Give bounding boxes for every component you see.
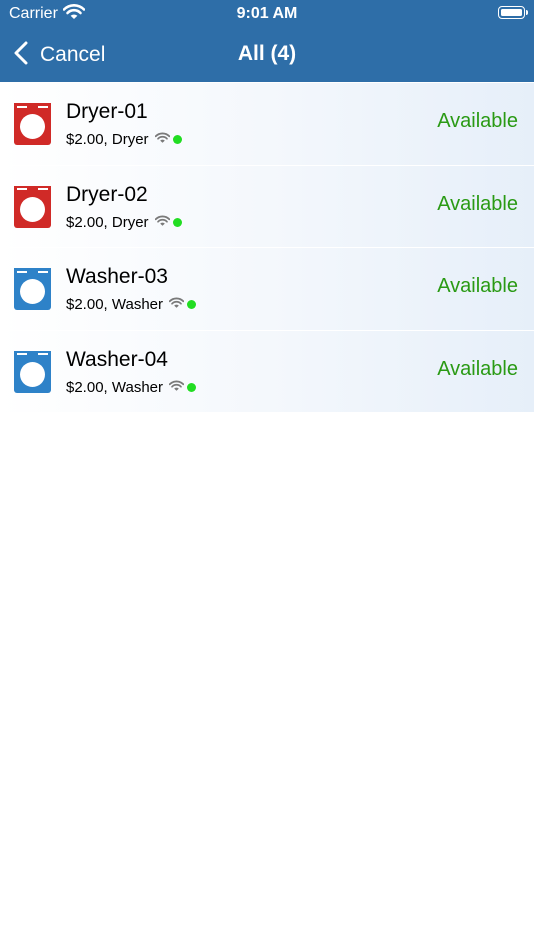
device-subtitle: $2.00, Dryer <box>66 213 149 231</box>
device-subtitle: $2.00, Dryer <box>66 131 149 148</box>
status-bar: Carrier 9:01 AM <box>0 0 534 28</box>
device-row[interactable]: Washer-04 $2.00, Washer Available <box>0 330 534 413</box>
online-status-dot <box>187 382 196 392</box>
availability-status: Available <box>437 275 518 297</box>
wifi-icon <box>154 214 170 231</box>
online-status-dot <box>172 217 182 227</box>
online-status-dot <box>187 300 196 309</box>
battery-icon <box>498 6 528 19</box>
device-name: Washer-04 <box>66 347 168 371</box>
device-row[interactable]: Dryer-02 $2.00, Dryer Available <box>0 165 534 248</box>
washer-icon <box>14 268 51 310</box>
device-name: Dryer-02 <box>66 182 148 206</box>
wifi-icon <box>154 131 170 148</box>
dryer-icon <box>14 103 51 145</box>
clock-time: 9:01 AM <box>236 5 298 22</box>
availability-status: Available <box>437 357 518 380</box>
device-subtitle-group: $2.00, Dryer <box>66 214 182 231</box>
device-name: Dryer-01 <box>66 100 148 123</box>
online-status-dot <box>172 135 182 144</box>
device-row[interactable]: Dryer-01 $2.00, Dryer Available <box>0 83 534 166</box>
device-subtitle-group: $2.00, Washer <box>66 379 196 396</box>
dryer-icon <box>14 185 51 228</box>
device-row[interactable]: Washer-03 $2.00, Washer Available <box>0 248 534 331</box>
washer-icon <box>14 350 51 393</box>
device-subtitle-group: $2.00, Dryer <box>66 131 182 148</box>
device-subtitle: $2.00, Washer <box>66 378 163 396</box>
device-list: Dryer-01 $2.00, Dryer Available Dryer-02 $2.… <box>0 83 534 413</box>
availability-status: Available <box>437 192 518 215</box>
page-title: All (4) <box>237 42 297 65</box>
navigation-bar: Cancel All (4) <box>0 28 534 82</box>
wifi-icon <box>168 379 185 396</box>
availability-status: Available <box>437 110 518 132</box>
device-subtitle-group: $2.00, Washer <box>66 296 196 313</box>
device-subtitle: $2.00, Washer <box>66 296 163 313</box>
device-name: Washer-03 <box>66 265 168 288</box>
wifi-icon <box>168 296 185 313</box>
header: Carrier 9:01 AM Cancel All (4) <box>0 0 534 82</box>
